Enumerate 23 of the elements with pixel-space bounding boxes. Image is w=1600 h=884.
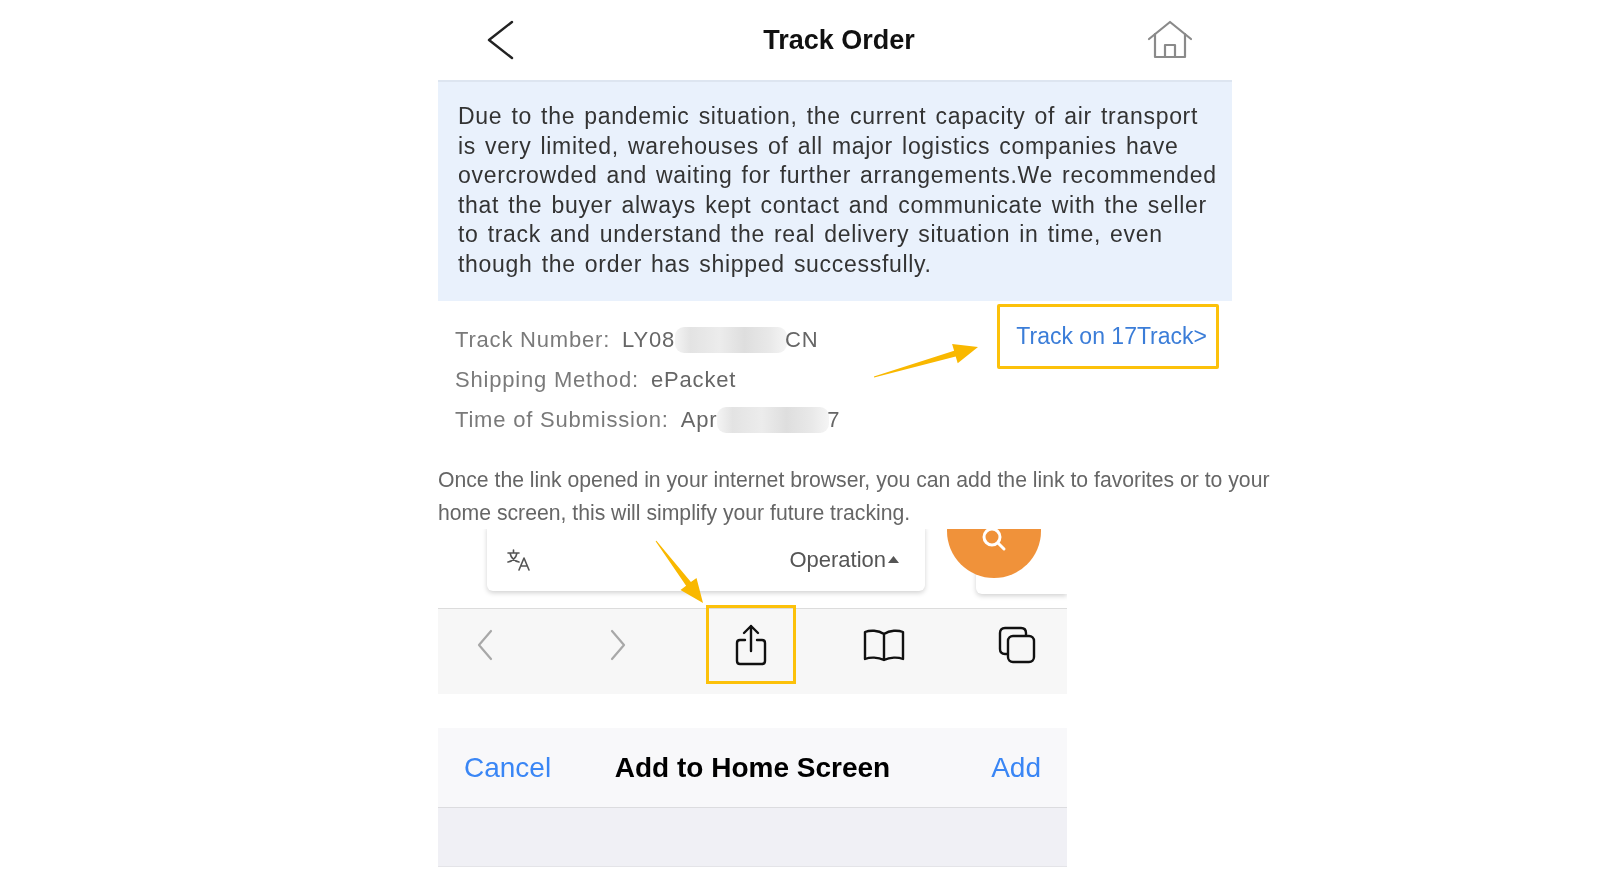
field-value: Apr [680,407,718,433]
field-value: CN [785,327,819,353]
home-icon[interactable] [1147,20,1193,60]
field-label: Track Number: [455,327,611,353]
notice-banner: Due to the pandemic situation, the current capacity of air transport is very limited, warehouses of all major logistics companies have overcrowded and waiting for further arrangements.We recommended that the buyer always kept contact and communicate with the seller to track and understand the real delivery situation in time, even though the order has shipped successfully. [438,80,1232,301]
field-label: Time of Submission: [455,407,669,433]
tabs-icon[interactable] [998,625,1036,664]
instruction-text: Once the link opened in your internet browser, you can add the link to favorites or to your home screen, this will simplify your future tracking. [438,467,1271,527]
share-icon[interactable] [734,623,768,666]
cancel-button[interactable]: Cancel [464,751,552,784]
translate-icon[interactable] [507,549,531,571]
field-label: Shipping Method: [455,367,640,393]
field-value: LY08 [622,327,675,353]
book-icon[interactable] [863,627,905,662]
track-link[interactable]: Track on 17Track> [1016,323,1207,350]
field-value: ePacket [651,367,737,393]
page-title: Track Order [763,24,915,56]
back-icon[interactable] [485,20,515,60]
operation-dropdown[interactable]: Operation [789,547,899,573]
caret-up-icon [888,555,899,563]
field-value: 7 [827,407,841,433]
sheet-title: Add to Home Screen [614,751,891,784]
add-button[interactable]: Add [991,751,1041,784]
